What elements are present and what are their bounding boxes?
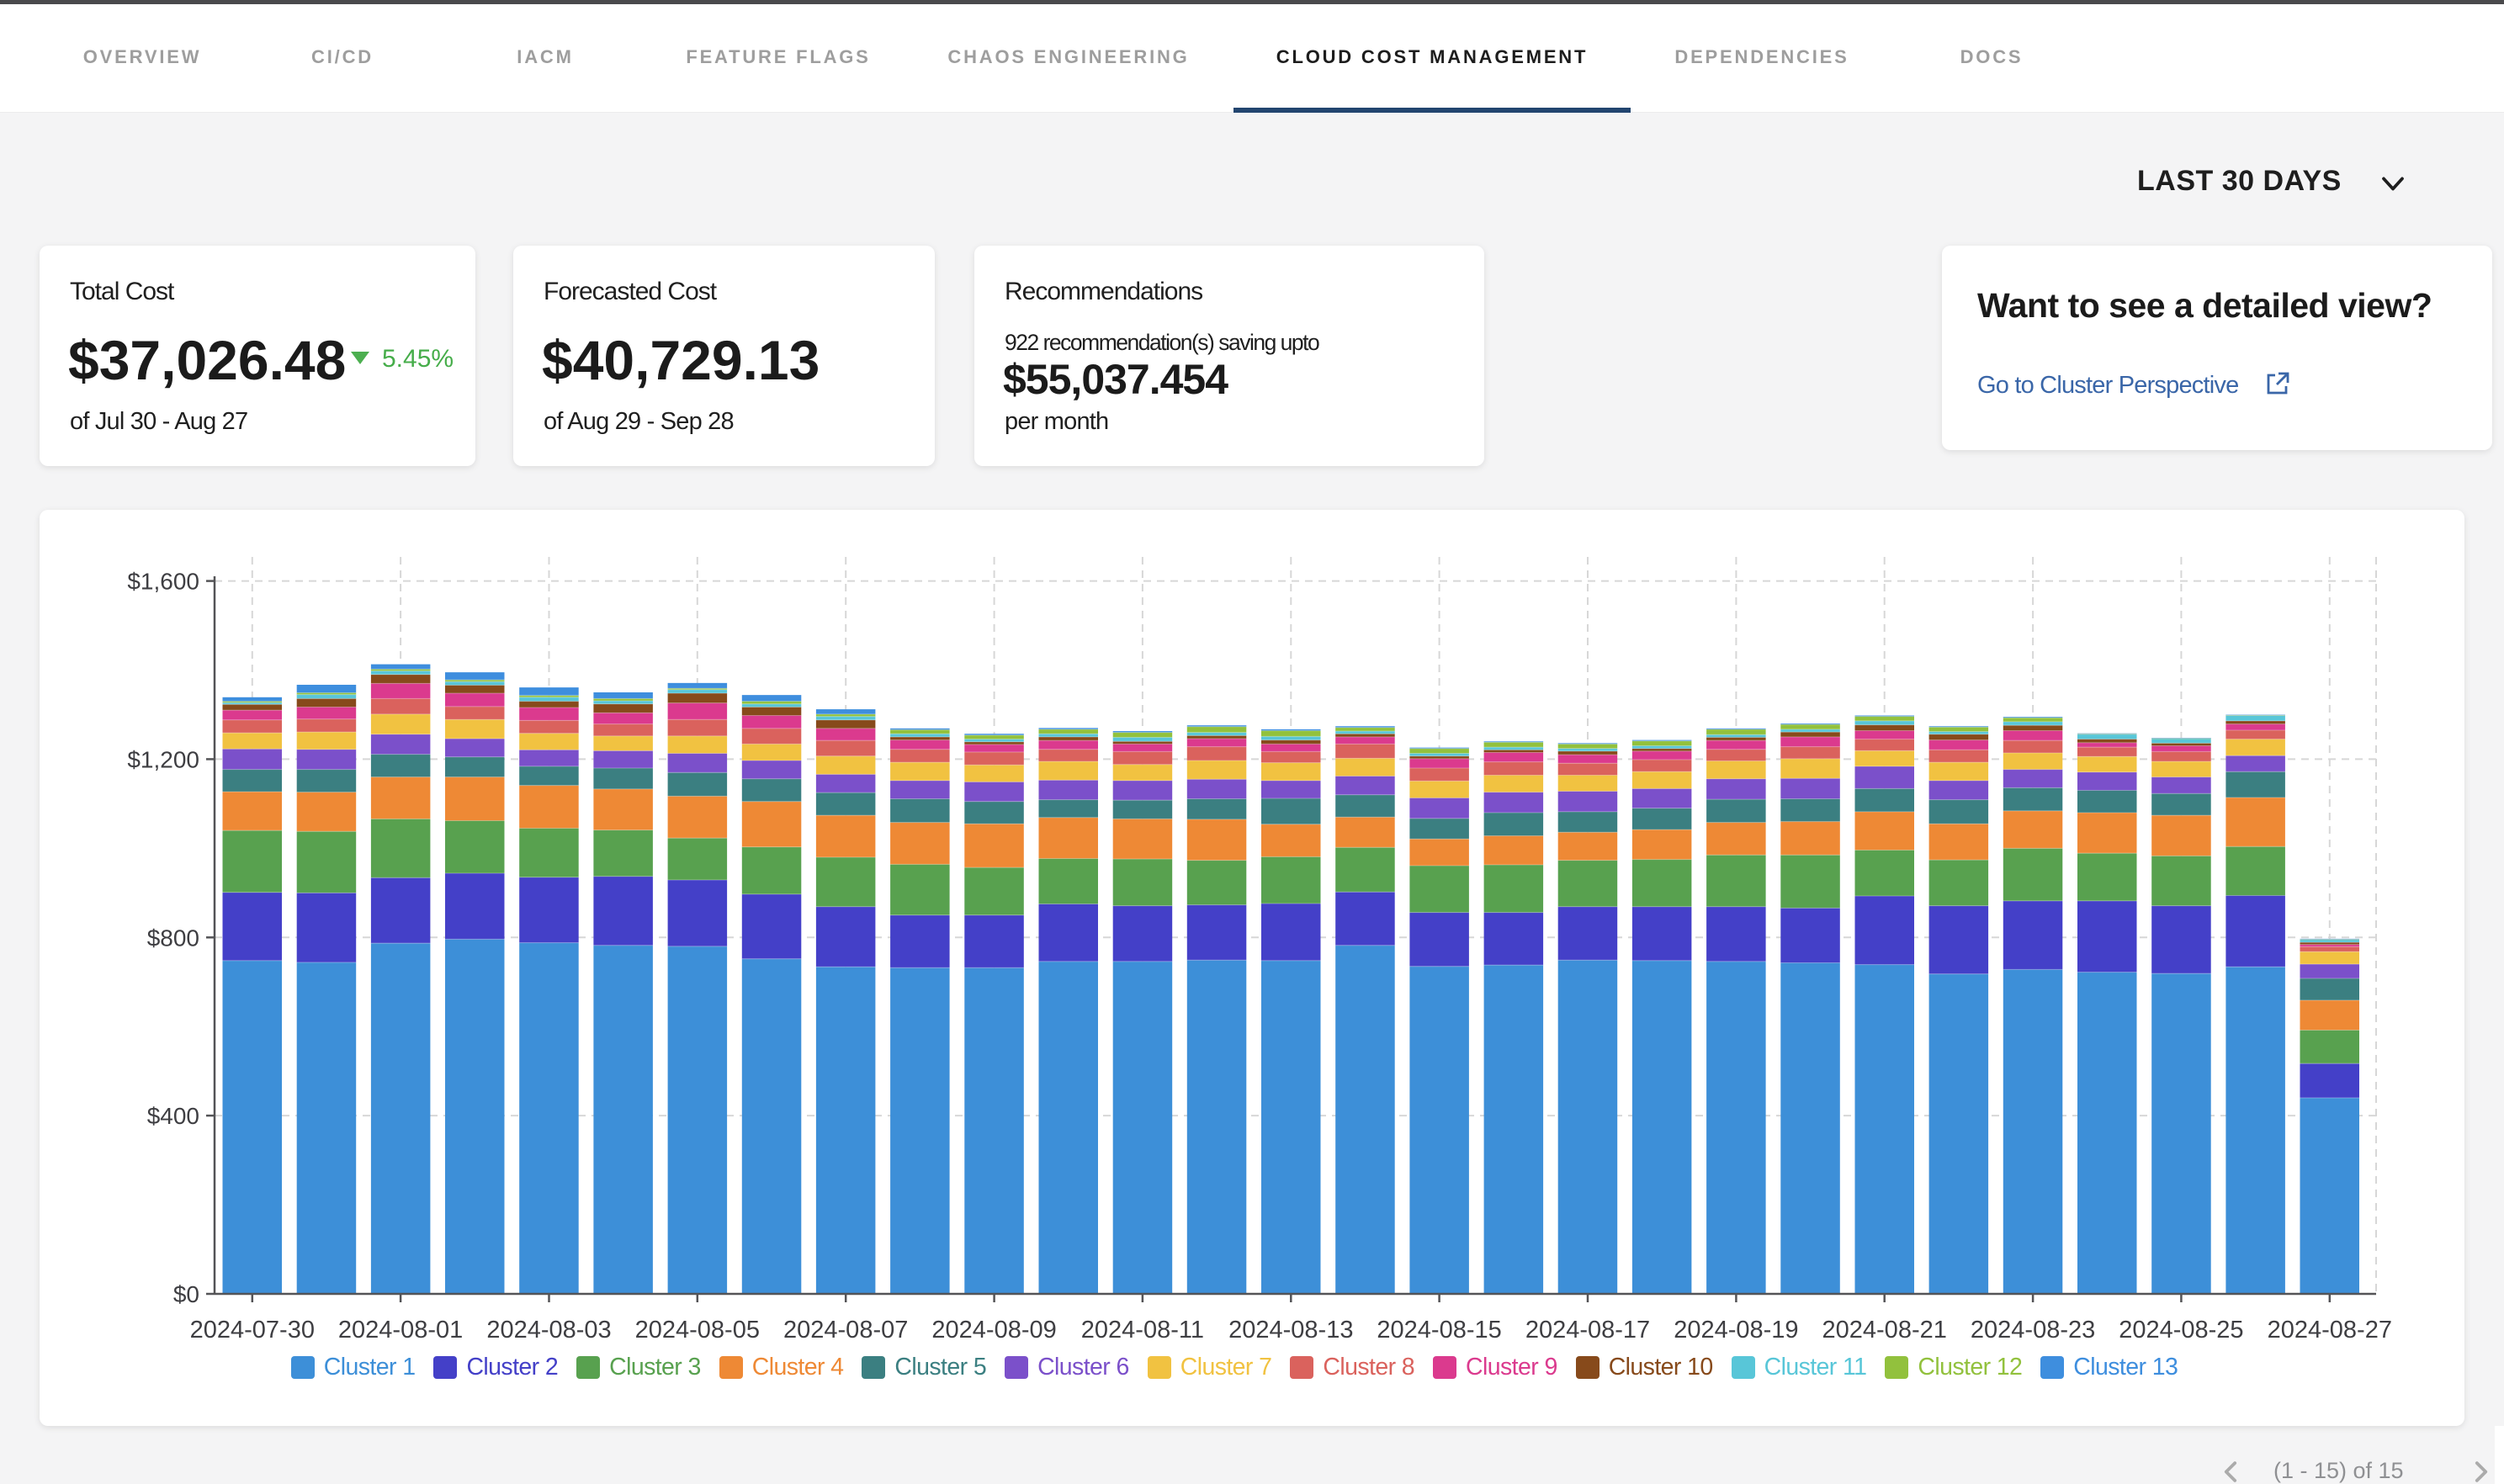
svg-text:2024-08-09: 2024-08-09 xyxy=(931,1317,1056,1344)
svg-text:2024-08-01: 2024-08-01 xyxy=(338,1317,463,1344)
svg-text:2024-08-19: 2024-08-19 xyxy=(1674,1317,1798,1344)
svg-text:2024-08-21: 2024-08-21 xyxy=(1822,1317,1947,1344)
svg-text:2024-08-15: 2024-08-15 xyxy=(1377,1317,1501,1344)
svg-text:2024-08-03: 2024-08-03 xyxy=(486,1317,611,1344)
svg-text:2024-08-23: 2024-08-23 xyxy=(1971,1317,2095,1344)
svg-text:$1,200: $1,200 xyxy=(127,746,199,772)
svg-text:$400: $400 xyxy=(147,1103,199,1129)
svg-text:2024-08-07: 2024-08-07 xyxy=(783,1317,908,1344)
svg-text:2024-08-05: 2024-08-05 xyxy=(635,1317,760,1344)
svg-text:2024-08-13: 2024-08-13 xyxy=(1228,1317,1353,1344)
svg-text:2024-08-27: 2024-08-27 xyxy=(2268,1317,2392,1344)
svg-text:2024-08-17: 2024-08-17 xyxy=(1525,1317,1650,1344)
svg-text:2024-08-25: 2024-08-25 xyxy=(2119,1317,2243,1344)
svg-text:2024-08-11: 2024-08-11 xyxy=(1081,1317,1204,1344)
svg-text:$1,600: $1,600 xyxy=(127,569,199,595)
svg-text:$800: $800 xyxy=(147,925,199,951)
svg-text:$0: $0 xyxy=(173,1281,199,1307)
svg-text:2024-07-30: 2024-07-30 xyxy=(190,1317,315,1344)
